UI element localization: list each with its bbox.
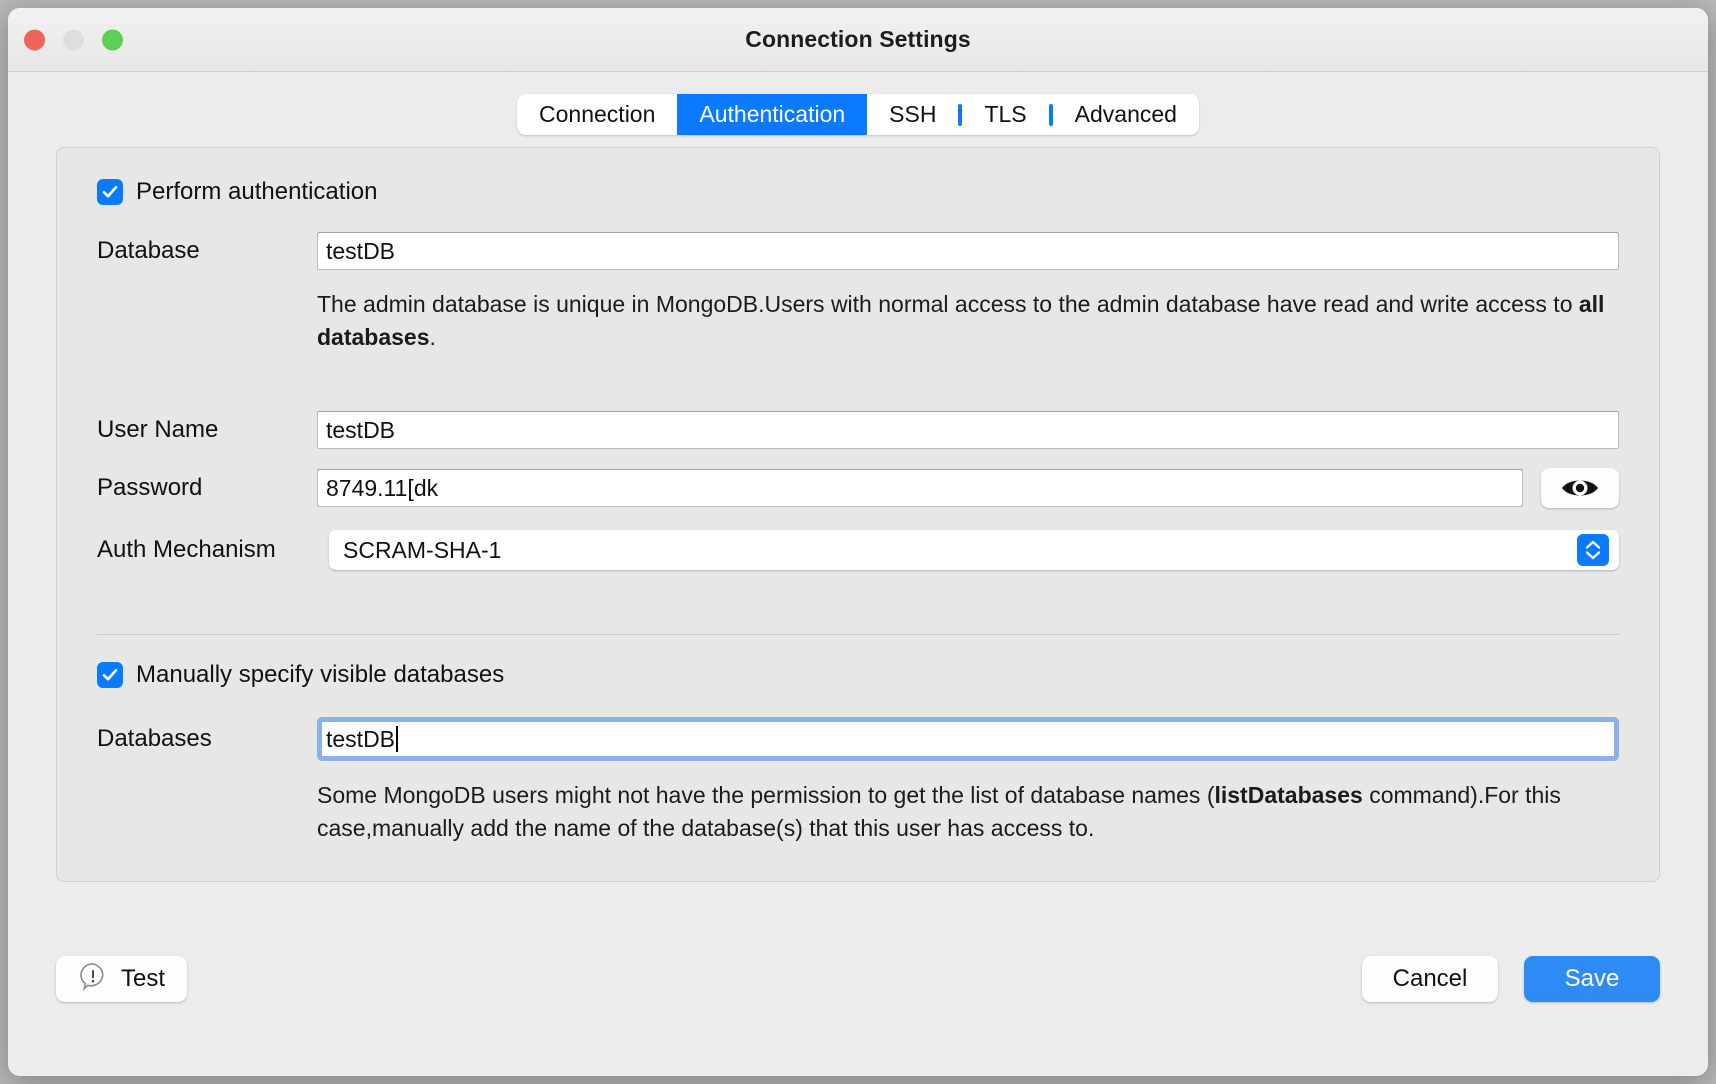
database-row: Database testDB (97, 232, 1619, 270)
alert-bubble-icon (78, 961, 108, 998)
databases-row: Databases testDB (97, 717, 1619, 762)
test-button[interactable]: Test (56, 956, 188, 1002)
eye-icon (1562, 480, 1598, 496)
auth-mechanism-value: SCRAM-SHA-1 (343, 536, 502, 563)
user-name-label: User Name (97, 416, 219, 444)
password-input[interactable]: 8749.11[dk (317, 469, 1523, 508)
dialog-footer: Test Cancel Save (8, 882, 1708, 1076)
tab-tls[interactable]: TLS (962, 94, 1048, 135)
database-help-line2-a: write access to (1420, 291, 1579, 317)
databases-input[interactable]: testDB (317, 717, 1619, 762)
perform-authentication-label: Perform authentication (136, 178, 378, 205)
checkmark-icon (102, 185, 118, 198)
checkmark-icon (102, 669, 118, 681)
test-button-label: Test (121, 965, 166, 992)
tab-connection[interactable]: Connection (517, 94, 677, 135)
tab-authentication[interactable]: Authentication (677, 94, 868, 135)
cancel-button[interactable]: Cancel (1362, 956, 1498, 1002)
database-help-text: The admin database is unique in MongoDB.… (97, 288, 1619, 353)
database-help-line1: The admin database is unique in MongoDB.… (317, 291, 1414, 317)
authentication-panel: Perform authentication Database testDB T… (56, 147, 1660, 882)
manual-databases-checkbox[interactable] (97, 662, 123, 689)
user-name-row: User Name testDB (97, 411, 1619, 450)
database-input[interactable]: testDB (317, 232, 1619, 270)
database-label: Database (97, 237, 200, 264)
tab-ssh[interactable]: SSH (867, 94, 958, 135)
tabbar: Connection Authentication SSH TLS Advanc… (517, 94, 1199, 135)
perform-authentication-row[interactable]: Perform authentication (97, 178, 1619, 206)
tabbar-container: Connection Authentication SSH TLS Advanc… (8, 72, 1708, 135)
user-name-input[interactable]: testDB (317, 411, 1619, 450)
password-row: Password 8749.11[dk (97, 468, 1619, 509)
save-button[interactable]: Save (1524, 956, 1660, 1002)
auth-mechanism-select[interactable]: SCRAM-SHA-1 (329, 530, 1619, 571)
auth-mechanism-label: Auth Mechanism (97, 536, 276, 564)
databases-label: Databases (97, 725, 212, 753)
chevron-updown-icon (1577, 534, 1609, 567)
auth-mechanism-row: Auth Mechanism SCRAM-SHA-1 (97, 530, 1619, 571)
window-title: Connection Settings (745, 26, 971, 52)
perform-authentication-checkbox[interactable] (97, 179, 123, 205)
manual-databases-label: Manually specify visible databases (136, 661, 505, 689)
reveal-password-button[interactable] (1541, 468, 1619, 509)
password-label: Password (97, 474, 203, 502)
databases-help-text: Some MongoDB users might not have the pe… (97, 779, 1619, 844)
database-help-line2-b: . (429, 323, 436, 350)
tab-advanced[interactable]: Advanced (1053, 94, 1199, 135)
window-titlebar: Connection Settings (8, 8, 1708, 72)
connection-settings-window: Connection Settings Connection Authentic… (8, 8, 1708, 1076)
manual-databases-row[interactable]: Manually specify visible databases (97, 661, 1619, 689)
text-caret (396, 726, 399, 753)
databases-help-bold: listDatabases (1214, 782, 1363, 809)
footer-actions: Cancel Save (1362, 956, 1660, 1002)
databases-input-value: testDB (326, 725, 396, 752)
databases-help-line1-a: Some MongoDB users might not have the pe… (317, 782, 1215, 809)
